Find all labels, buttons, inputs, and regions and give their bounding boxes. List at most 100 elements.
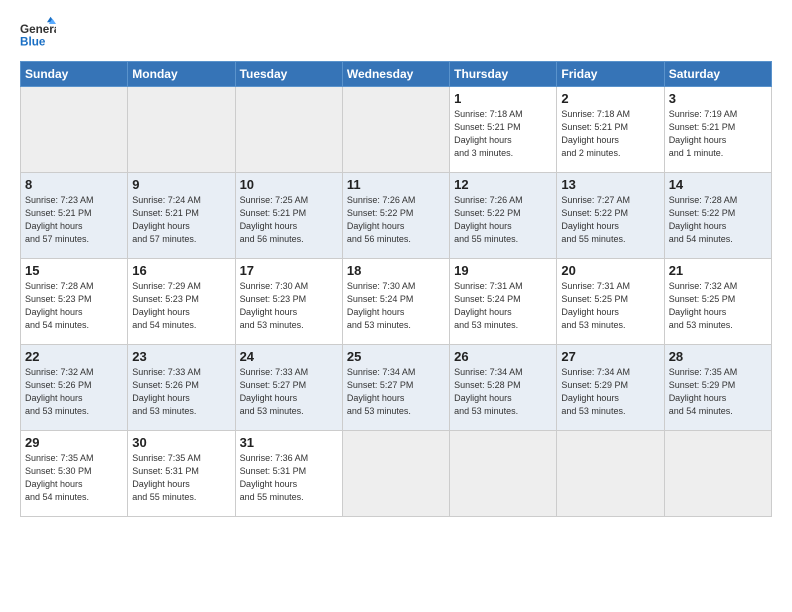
col-header-tuesday: Tuesday [235, 62, 342, 87]
logo: General Blue [20, 15, 62, 51]
calendar-week-1: 1 Sunrise: 7:18 AMSunset: 5:21 PMDaylight… [21, 87, 772, 173]
calendar-cell: 20Sunrise: 7:31 AMSunset: 5:25 PMDayligh… [557, 259, 664, 345]
day-number: 25 [347, 349, 445, 364]
calendar-cell: 22 Sunrise: 7:32 AMSunset: 5:26 PMDayligh… [21, 345, 128, 431]
day-info: Sunrise: 7:36 AMSunset: 5:31 PMDaylight … [240, 453, 309, 502]
calendar-cell: 8 Sunrise: 7:23 AMSunset: 5:21 PMDaylight… [21, 173, 128, 259]
calendar-cell: 14 Sunrise: 7:28 AMSunset: 5:22 PMDayligh… [664, 173, 771, 259]
col-header-thursday: Thursday [450, 62, 557, 87]
day-info: Sunrise: 7:32 AMSunset: 5:25 PMDaylight … [669, 281, 738, 330]
calendar-week-2: 8 Sunrise: 7:23 AMSunset: 5:21 PMDaylight… [21, 173, 772, 259]
day-info: Sunrise: 7:33 AMSunset: 5:27 PMDaylight … [240, 367, 309, 416]
col-header-monday: Monday [128, 62, 235, 87]
logo-icon: General Blue [20, 15, 56, 51]
calendar-cell [235, 87, 342, 173]
day-info: Sunrise: 7:25 AMSunset: 5:21 PMDaylight … [240, 195, 309, 244]
day-number: 21 [669, 263, 767, 278]
day-info: Sunrise: 7:34 AMSunset: 5:28 PMDaylight … [454, 367, 523, 416]
header: General Blue [20, 15, 772, 51]
day-info: Sunrise: 7:28 AMSunset: 5:22 PMDaylight … [669, 195, 738, 244]
day-info: Sunrise: 7:34 AMSunset: 5:27 PMDaylight … [347, 367, 416, 416]
calendar-table: SundayMondayTuesdayWednesdayThursdayFrid… [20, 61, 772, 517]
day-number: 28 [669, 349, 767, 364]
calendar-cell: 19 Sunrise: 7:31 AMSunset: 5:24 PMDayligh… [450, 259, 557, 345]
col-header-saturday: Saturday [664, 62, 771, 87]
day-number: 8 [25, 177, 123, 192]
calendar-cell: 28Sunrise: 7:35 AMSunset: 5:29 PMDayligh… [664, 345, 771, 431]
day-info: Sunrise: 7:23 AMSunset: 5:21 PMDaylight … [25, 195, 94, 244]
day-info: Sunrise: 7:24 AMSunset: 5:21 PMDaylight … [132, 195, 201, 244]
day-number: 27 [561, 349, 659, 364]
day-number: 17 [240, 263, 338, 278]
day-number: 9 [132, 177, 230, 192]
day-info: Sunrise: 7:18 AMSunset: 5:21 PMDaylight … [454, 109, 523, 158]
col-header-sunday: Sunday [21, 62, 128, 87]
calendar-cell: 3 Sunrise: 7:19 AMSunset: 5:21 PMDaylight… [664, 87, 771, 173]
calendar-cell: 10 Sunrise: 7:25 AMSunset: 5:21 PMDayligh… [235, 173, 342, 259]
day-info: Sunrise: 7:32 AMSunset: 5:26 PMDaylight … [25, 367, 94, 416]
calendar-cell: 29 Sunrise: 7:35 AMSunset: 5:30 PMDayligh… [21, 431, 128, 517]
calendar-cell: 31Sunrise: 7:36 AMSunset: 5:31 PMDayligh… [235, 431, 342, 517]
calendar-cell: 30Sunrise: 7:35 AMSunset: 5:31 PMDayligh… [128, 431, 235, 517]
day-info: Sunrise: 7:28 AMSunset: 5:23 PMDaylight … [25, 281, 94, 330]
calendar-cell: 9 Sunrise: 7:24 AMSunset: 5:21 PMDaylight… [128, 173, 235, 259]
calendar-cell: 13 Sunrise: 7:27 AMSunset: 5:22 PMDayligh… [557, 173, 664, 259]
day-number: 19 [454, 263, 552, 278]
calendar-cell: 21 Sunrise: 7:32 AMSunset: 5:25 PMDayligh… [664, 259, 771, 345]
calendar-cell [450, 431, 557, 517]
day-number: 26 [454, 349, 552, 364]
calendar-cell [342, 87, 449, 173]
calendar-cell: 2 Sunrise: 7:18 AMSunset: 5:21 PMDaylight… [557, 87, 664, 173]
day-number: 1 [454, 91, 552, 106]
day-info: Sunrise: 7:33 AMSunset: 5:26 PMDaylight … [132, 367, 201, 416]
day-number: 13 [561, 177, 659, 192]
day-info: Sunrise: 7:19 AMSunset: 5:21 PMDaylight … [669, 109, 738, 158]
day-number: 15 [25, 263, 123, 278]
day-number: 23 [132, 349, 230, 364]
calendar-cell: 27Sunrise: 7:34 AMSunset: 5:29 PMDayligh… [557, 345, 664, 431]
day-number: 10 [240, 177, 338, 192]
day-number: 18 [347, 263, 445, 278]
day-number: 20 [561, 263, 659, 278]
calendar-cell: 26 Sunrise: 7:34 AMSunset: 5:28 PMDayligh… [450, 345, 557, 431]
calendar-cell: 12 Sunrise: 7:26 AMSunset: 5:22 PMDayligh… [450, 173, 557, 259]
day-info: Sunrise: 7:30 AMSunset: 5:23 PMDaylight … [240, 281, 309, 330]
col-header-wednesday: Wednesday [342, 62, 449, 87]
calendar-cell [342, 431, 449, 517]
day-number: 29 [25, 435, 123, 450]
day-info: Sunrise: 7:26 AMSunset: 5:22 PMDaylight … [347, 195, 416, 244]
day-number: 12 [454, 177, 552, 192]
day-info: Sunrise: 7:30 AMSunset: 5:24 PMDaylight … [347, 281, 416, 330]
calendar-cell: 17 Sunrise: 7:30 AMSunset: 5:23 PMDayligh… [235, 259, 342, 345]
day-info: Sunrise: 7:35 AMSunset: 5:30 PMDaylight … [25, 453, 94, 502]
day-number: 3 [669, 91, 767, 106]
calendar-cell: 25 Sunrise: 7:34 AMSunset: 5:27 PMDayligh… [342, 345, 449, 431]
day-info: Sunrise: 7:27 AMSunset: 5:22 PMDaylight … [561, 195, 630, 244]
calendar-cell: 15 Sunrise: 7:28 AMSunset: 5:23 PMDayligh… [21, 259, 128, 345]
calendar-week-5: 29 Sunrise: 7:35 AMSunset: 5:30 PMDayligh… [21, 431, 772, 517]
day-info: Sunrise: 7:35 AMSunset: 5:31 PMDaylight … [132, 453, 201, 502]
calendar-cell [557, 431, 664, 517]
calendar-week-3: 15 Sunrise: 7:28 AMSunset: 5:23 PMDayligh… [21, 259, 772, 345]
day-info: Sunrise: 7:31 AMSunset: 5:24 PMDaylight … [454, 281, 523, 330]
page: General Blue SundayMondayTuesdayWednesda… [0, 0, 792, 612]
calendar-cell [664, 431, 771, 517]
calendar-cell: 16Sunrise: 7:29 AMSunset: 5:23 PMDayligh… [128, 259, 235, 345]
svg-text:General: General [20, 23, 56, 36]
calendar-cell: 24Sunrise: 7:33 AMSunset: 5:27 PMDayligh… [235, 345, 342, 431]
calendar-cell: 23 Sunrise: 7:33 AMSunset: 5:26 PMDayligh… [128, 345, 235, 431]
day-number: 11 [347, 177, 445, 192]
day-number: 14 [669, 177, 767, 192]
calendar-cell: 11 Sunrise: 7:26 AMSunset: 5:22 PMDayligh… [342, 173, 449, 259]
day-number: 22 [25, 349, 123, 364]
calendar-cell: 1 Sunrise: 7:18 AMSunset: 5:21 PMDaylight… [450, 87, 557, 173]
day-number: 2 [561, 91, 659, 106]
calendar-cell [128, 87, 235, 173]
day-info: Sunrise: 7:18 AMSunset: 5:21 PMDaylight … [561, 109, 630, 158]
svg-text:Blue: Blue [20, 36, 46, 49]
calendar-week-4: 22 Sunrise: 7:32 AMSunset: 5:26 PMDayligh… [21, 345, 772, 431]
calendar-header-row: SundayMondayTuesdayWednesdayThursdayFrid… [21, 62, 772, 87]
calendar-cell [21, 87, 128, 173]
day-number: 16 [132, 263, 230, 278]
day-info: Sunrise: 7:26 AMSunset: 5:22 PMDaylight … [454, 195, 523, 244]
